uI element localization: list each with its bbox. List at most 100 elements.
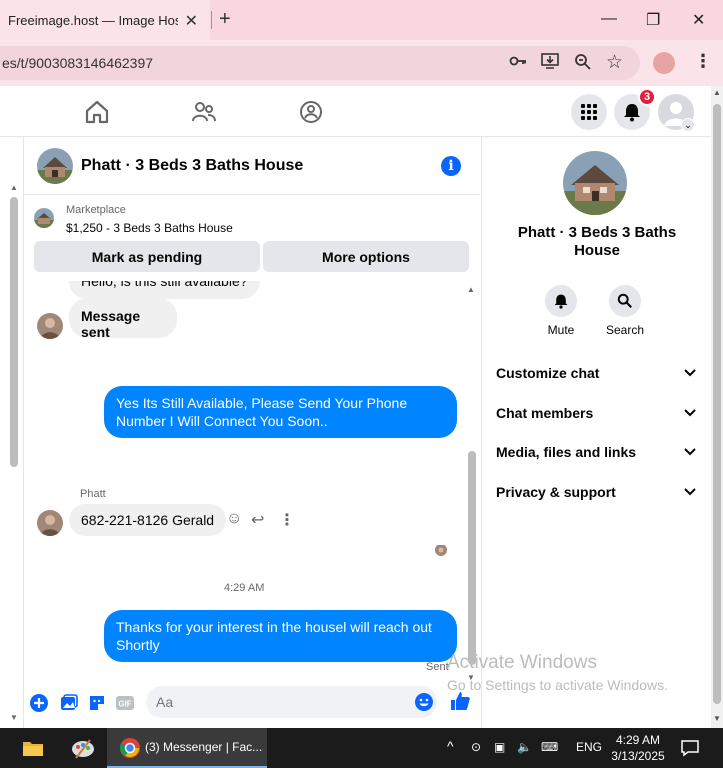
message-timestamp: 4:29 AM [224, 582, 265, 594]
mute-circle [545, 285, 577, 317]
outgoing-message: Thanks for your interest in the housel w… [104, 610, 457, 662]
message-thread[interactable]: Hello, is this still available? Message … [25, 281, 466, 686]
taskbar-chrome-messenger[interactable]: (3) Messenger | Fac... [107, 728, 267, 768]
customize-chat-section[interactable]: Customize chat [496, 363, 696, 383]
listing-price-title[interactable]: $1,250 - 3 Beds 3 Baths House [66, 221, 233, 235]
listing-thumbnail[interactable] [34, 208, 54, 228]
privacy-support-section[interactable]: Privacy & support [496, 482, 696, 502]
read-receipt-avatar [435, 544, 447, 556]
chat-scrollbar[interactable]: ▲ ▼ [466, 285, 478, 685]
browser-menu-icon[interactable]: ⋮ [694, 51, 712, 72]
chevron-down-icon [684, 366, 696, 380]
tab-close-icon[interactable]: ✕ [185, 11, 198, 31]
home-icon[interactable] [84, 99, 110, 125]
incoming-message: 682-221-8126 Gerald [69, 504, 227, 536]
emoji-react-icon[interactable]: ☺ [226, 510, 242, 528]
close-window-icon[interactable]: ✕ [692, 10, 705, 30]
file-explorer-icon[interactable] [22, 738, 44, 758]
chevron-down-icon [684, 406, 696, 420]
reply-icon[interactable]: ↩ [251, 510, 264, 530]
section-label: Chat members [496, 405, 594, 421]
browser-profile-avatar[interactable] [653, 52, 675, 74]
bell-icon [624, 104, 640, 122]
gif-icon[interactable]: GIF [115, 693, 135, 713]
search-icon [617, 293, 632, 308]
person-photo-icon [37, 510, 63, 536]
chat-title[interactable]: Phatt · 3 Beds 3 Baths House [81, 157, 303, 175]
plus-circle-icon[interactable] [29, 693, 49, 713]
tray-volume-icon[interactable]: 🔈 [517, 740, 532, 754]
info-icon[interactable]: i [441, 156, 461, 176]
minimize-icon[interactable]: — [601, 10, 617, 28]
photo-gallery-icon[interactable] [59, 693, 79, 713]
scroll-down-arrow-icon[interactable]: ▼ [10, 713, 18, 722]
chat-list-scrollbar-thumb[interactable] [10, 197, 18, 467]
conversation-title: Phatt · 3 Beds 3 Baths House [517, 224, 677, 259]
notification-center-icon[interactable] [680, 739, 700, 757]
house-photo-icon [34, 208, 54, 228]
tray-expand-icon[interactable]: ^ [447, 738, 454, 754]
page-scrollbar[interactable]: ▲ ▼ [711, 86, 723, 728]
sender-avatar[interactable] [37, 313, 63, 339]
chat-header: Phatt · 3 Beds 3 Baths House i [25, 137, 480, 195]
scroll-up-arrow-icon[interactable]: ▲ [10, 183, 18, 192]
conversation-details-panel: Phatt · 3 Beds 3 Baths House Mute Search… [481, 137, 711, 728]
browser-toolbar: es/t/9003083146462397 ☆ ⋮ [0, 40, 723, 86]
groups-icon[interactable] [298, 99, 324, 125]
account-chevron-down-icon[interactable]: ⌄ [681, 118, 695, 132]
scroll-down-arrow-icon[interactable]: ▼ [713, 714, 721, 723]
search-label: Search [605, 323, 645, 337]
maximize-icon[interactable]: ❐ [646, 10, 660, 30]
mute-button[interactable]: Mute [531, 285, 591, 337]
browser-tab[interactable]: Freeimage.host — Image Hostin ✕ [0, 0, 210, 40]
incoming-message: Message sent [69, 298, 177, 340]
search-button[interactable]: Search [595, 285, 655, 337]
install-app-icon[interactable] [541, 53, 559, 74]
mark-as-pending-button[interactable]: Mark as pending [34, 241, 260, 272]
tray-language[interactable]: ENG [576, 740, 602, 754]
taskbar-clock[interactable]: 4:29 AM 3/13/2025 [606, 732, 670, 764]
new-tab-icon[interactable]: + [219, 8, 231, 31]
sender-name: Phatt [80, 488, 106, 500]
tray-keyboard-icon[interactable]: ⌨ [541, 740, 558, 754]
sticker-icon[interactable] [87, 693, 107, 713]
chat-members-section[interactable]: Chat members [496, 403, 696, 423]
marketplace-label: Marketplace [66, 204, 126, 216]
notification-badge: 3 [638, 88, 656, 106]
paint-app-icon[interactable] [70, 736, 96, 760]
zoom-icon[interactable] [574, 53, 592, 76]
person-photo-icon [435, 545, 447, 556]
tab-separator [211, 11, 212, 29]
grid-icon [581, 104, 597, 120]
url-text: es/t/9003083146462397 [2, 55, 154, 71]
bookmark-star-icon[interactable]: ☆ [606, 51, 623, 74]
more-actions-icon[interactable]: ⋮ [279, 510, 295, 530]
incoming-message-partial: Hello, is this still available? [69, 281, 260, 299]
thumbs-up-icon[interactable] [449, 690, 471, 712]
house-photo-icon [37, 148, 73, 184]
scroll-up-arrow-icon[interactable]: ▲ [713, 88, 721, 97]
chat-scrollbar-thumb[interactable] [468, 451, 476, 665]
emoji-icon[interactable] [414, 692, 434, 712]
media-files-links-section[interactable]: Media, files and links [496, 442, 696, 462]
bell-icon [554, 294, 568, 309]
sender-avatar[interactable] [37, 510, 63, 536]
menu-grid-button[interactable] [571, 94, 607, 130]
clock-date: 3/13/2025 [611, 749, 665, 763]
message-input[interactable] [146, 686, 437, 718]
tray-webcam-icon[interactable]: ⊙ [471, 740, 481, 754]
chat-avatar[interactable] [37, 148, 73, 184]
password-key-icon[interactable] [509, 53, 527, 74]
scroll-up-arrow-icon[interactable]: ▲ [467, 285, 475, 294]
friends-icon[interactable] [191, 99, 217, 125]
house-photo-icon [563, 151, 627, 215]
outgoing-message: Yes Its Still Available, Please Send You… [104, 386, 457, 438]
chevron-down-icon [684, 445, 696, 459]
message-status: Sent [426, 661, 449, 673]
page-scrollbar-thumb[interactable] [713, 104, 721, 704]
tray-network-icon[interactable]: ▣ [494, 740, 505, 754]
conversation-avatar[interactable] [563, 151, 627, 215]
chat-list-edge: ▲ ▼ [0, 137, 24, 728]
more-options-button[interactable]: More options [263, 241, 469, 272]
message-composer: GIF [25, 686, 480, 728]
